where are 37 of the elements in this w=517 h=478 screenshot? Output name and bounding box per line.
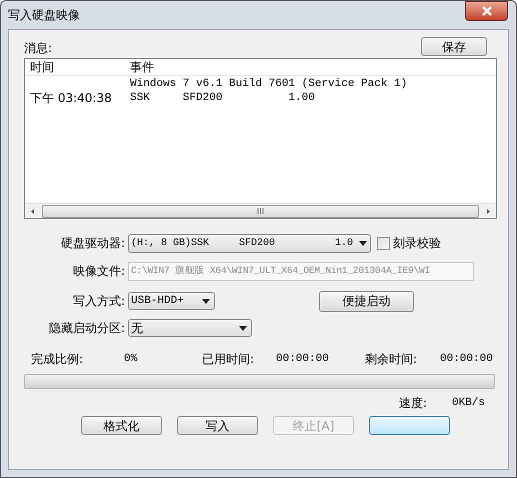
grip-icon — [257, 208, 264, 214]
save-button[interactable]: 保存 — [421, 37, 487, 56]
drive-dropdown[interactable]: (H:, 8 GB)SSK SFD200 1.0 — [128, 234, 371, 252]
checkbox[interactable] — [377, 236, 390, 250]
dialog-button[interactable] — [369, 416, 450, 435]
scrollbar-thumb[interactable] — [42, 204, 479, 218]
window-title: 写入硬盘映像 — [8, 7, 80, 24]
dialog-button[interactable]: 格式化 — [81, 416, 162, 435]
close-button[interactable] — [465, 1, 508, 21]
stat-value: 00:00:00 — [276, 352, 330, 367]
hidden-partition-dropdown[interactable]: 无 — [128, 319, 252, 337]
checkbox-label[interactable]: 刻录校验 — [393, 234, 441, 252]
stat-value: 00:00:00 — [440, 352, 493, 367]
dialog-button[interactable]: 写入 — [177, 416, 258, 435]
close-icon — [480, 6, 492, 16]
time-cell-text: 下午 03:40:38 — [29, 90, 113, 107]
stat-value: 0% — [124, 352, 138, 367]
column-header[interactable]: 时间 — [25, 58, 125, 76]
messages-label: 消息: — [24, 40, 52, 57]
write-mode-dropdown[interactable]: USB-HDD+ — [128, 292, 215, 310]
dropdown-arrow-icon — [202, 298, 210, 304]
dropdown-arrow-icon — [239, 326, 247, 330]
column-header[interactable]: 事件 — [125, 58, 496, 76]
stat-label: 已用时间: — [202, 351, 256, 368]
field-label: 映像文件: — [72, 263, 126, 280]
event-cell-text: Windows 7 v6.1 Build 7601 (Service Pack 1) — [129, 76, 408, 92]
dropdown-arrow-icon — [359, 240, 367, 246]
speed-value: 0KB/s — [452, 396, 485, 411]
stat-label: 完成比例: — [31, 351, 84, 368]
speed-label: 速度: — [398, 395, 427, 412]
stat-label: 剩余时间: — [365, 351, 418, 368]
field-label: 隐藏启动分区: — [48, 320, 126, 337]
horizontal-scrollbar[interactable] — [25, 203, 496, 218]
event-cell-text: SSK SFD200 1.00 — [129, 90, 315, 106]
field-label: 写入方式: — [72, 293, 126, 310]
quick-boot-button[interactable]: 便捷启动 — [319, 290, 414, 312]
field-label: 硬盘驱动器: — [60, 235, 126, 252]
